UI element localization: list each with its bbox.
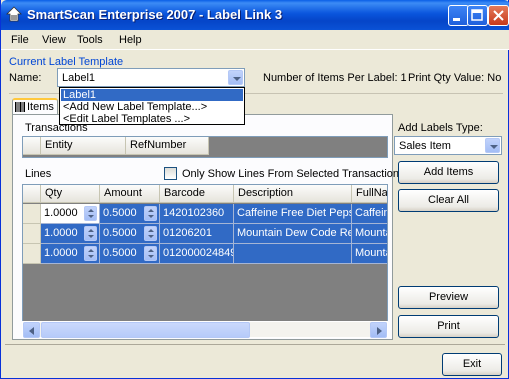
description-cell[interactable]: Caffeine Free Diet Pepsi [234, 204, 352, 224]
column-header-description[interactable]: Description [234, 185, 352, 203]
items-per-label-text: Number of Items Per Label: 1 [263, 72, 407, 84]
qty-cell[interactable]: 1.0000 [41, 204, 100, 224]
window-title: SmartScan Enterprise 2007 - Label Link 3 [27, 7, 283, 22]
row-header[interactable] [23, 224, 41, 244]
amount-value: 0.5000 [103, 227, 137, 239]
app-icon [6, 6, 22, 22]
barcode-cell[interactable]: 012000024849 [160, 244, 234, 264]
column-header-refnumber[interactable]: RefNumber [126, 137, 209, 155]
dropdown-option[interactable]: Label1 [61, 89, 243, 101]
menu-bar: File View Tools Help [1, 30, 509, 50]
barcode-cell[interactable]: 01206201 [160, 224, 234, 244]
chevron-down-icon [490, 145, 498, 149]
row-header[interactable] [23, 204, 41, 224]
tab-items[interactable]: Items [12, 98, 58, 115]
transactions-grid[interactable]: Entity RefNumber [22, 136, 388, 158]
amount-value: 0.5000 [103, 247, 137, 259]
template-group-label: Current Label Template [9, 56, 124, 68]
template-dropdown-list: Label1 <Add New Label Template...> <Edit… [59, 87, 245, 125]
qty-value: 1.0000 [44, 227, 78, 239]
description-cell[interactable]: Mountain Dew Code Red [234, 224, 352, 244]
only-show-lines-label: Only Show Lines From Selected Transactio… [182, 168, 400, 180]
table-row[interactable]: 1.0000 0.5000 012000024849 Mountain [23, 244, 387, 264]
template-dropdown-button[interactable] [228, 70, 243, 85]
table-row[interactable]: 1.0000 0.5000 1420102360 Caffeine Free D… [23, 204, 387, 224]
menu-help[interactable]: Help [119, 34, 142, 46]
column-header-fullname[interactable]: FullName [352, 185, 387, 203]
amount-spinner[interactable] [144, 206, 157, 221]
scroll-left-button[interactable] [23, 322, 40, 338]
amount-cell[interactable]: 0.5000 [100, 204, 160, 224]
dropdown-option[interactable]: <Add New Label Template...> [61, 101, 243, 113]
menu-tools[interactable]: Tools [77, 34, 103, 46]
qty-spinner[interactable] [84, 206, 97, 221]
column-header-barcode[interactable]: Barcode [160, 185, 234, 203]
grid-corner [23, 137, 41, 155]
fullname-cell[interactable]: Mountain [352, 244, 387, 264]
only-show-lines-checkbox[interactable] [164, 167, 177, 180]
amount-cell[interactable]: 0.5000 [100, 244, 160, 264]
lines-label: Lines [25, 168, 52, 180]
qty-value: 1.0000 [44, 207, 78, 219]
minimize-button[interactable] [448, 5, 469, 26]
maximize-button[interactable] [467, 5, 488, 26]
horizontal-scrollbar[interactable] [22, 321, 388, 338]
template-name-value: Label1 [62, 72, 96, 84]
chevron-left-icon [29, 327, 34, 335]
qty-spinner[interactable] [84, 226, 97, 241]
table-row[interactable]: 1.0000 0.5000 01206201 Mountain Dew Code… [23, 224, 387, 244]
template-name-combo[interactable]: Label1 [57, 68, 245, 87]
close-button[interactable] [488, 5, 509, 26]
chevron-right-icon [377, 327, 382, 335]
print-qty-text: Print Qty Value: No [408, 72, 502, 84]
add-labels-type-label: Add Labels Type: [398, 122, 483, 134]
add-labels-type-select[interactable]: Sales Item [394, 136, 502, 155]
title-bar[interactable]: SmartScan Enterprise 2007 - Label Link 3 [1, 0, 509, 30]
preview-button[interactable]: Preview [398, 286, 499, 309]
amount-cell[interactable]: 0.5000 [100, 224, 160, 244]
amount-spinner[interactable] [144, 246, 157, 261]
qty-cell[interactable]: 1.0000 [41, 224, 100, 244]
fullname-cell[interactable]: Caffeine [352, 204, 387, 224]
add-labels-type-value: Sales Item [399, 140, 451, 152]
main-window: SmartScan Enterprise 2007 - Label Link 3… [0, 0, 509, 379]
tab-items-label: Items [27, 101, 54, 113]
qty-value: 1.0000 [44, 247, 78, 259]
column-header-qty[interactable]: Qty [41, 185, 100, 203]
print-button[interactable]: Print [398, 315, 499, 338]
type-dropdown-button[interactable] [485, 138, 500, 153]
amount-spinner[interactable] [144, 226, 157, 241]
amount-value: 0.5000 [103, 207, 137, 219]
menu-view[interactable]: View [42, 34, 66, 46]
column-header-amount[interactable]: Amount [100, 185, 160, 203]
menu-file[interactable]: File [11, 34, 29, 46]
dropdown-option[interactable]: <Edit Label Templates ...> [61, 113, 243, 125]
template-name-label: Name: [9, 72, 42, 84]
scroll-thumb[interactable] [41, 322, 250, 338]
minimize-icon [453, 18, 460, 21]
barcode-icon [15, 102, 25, 112]
bottom-divider [5, 344, 505, 345]
column-header-entity[interactable]: Entity [41, 137, 126, 155]
row-header[interactable] [23, 244, 41, 264]
scroll-right-button[interactable] [370, 322, 387, 338]
add-items-button[interactable]: Add Items [398, 161, 499, 184]
grid-corner [23, 185, 41, 203]
clear-all-button[interactable]: Clear All [398, 189, 499, 212]
qty-spinner[interactable] [84, 246, 97, 261]
barcode-cell[interactable]: 1420102360 [160, 204, 234, 224]
qty-cell[interactable]: 1.0000 [41, 244, 100, 264]
close-icon [493, 10, 504, 21]
lines-grid[interactable]: Qty Amount Barcode Description FullName … [22, 184, 388, 336]
maximize-icon [471, 9, 483, 21]
description-cell[interactable] [234, 244, 352, 264]
exit-button[interactable]: Exit [442, 353, 502, 376]
fullname-cell[interactable]: Mountain [352, 224, 387, 244]
chevron-down-icon [233, 77, 241, 81]
